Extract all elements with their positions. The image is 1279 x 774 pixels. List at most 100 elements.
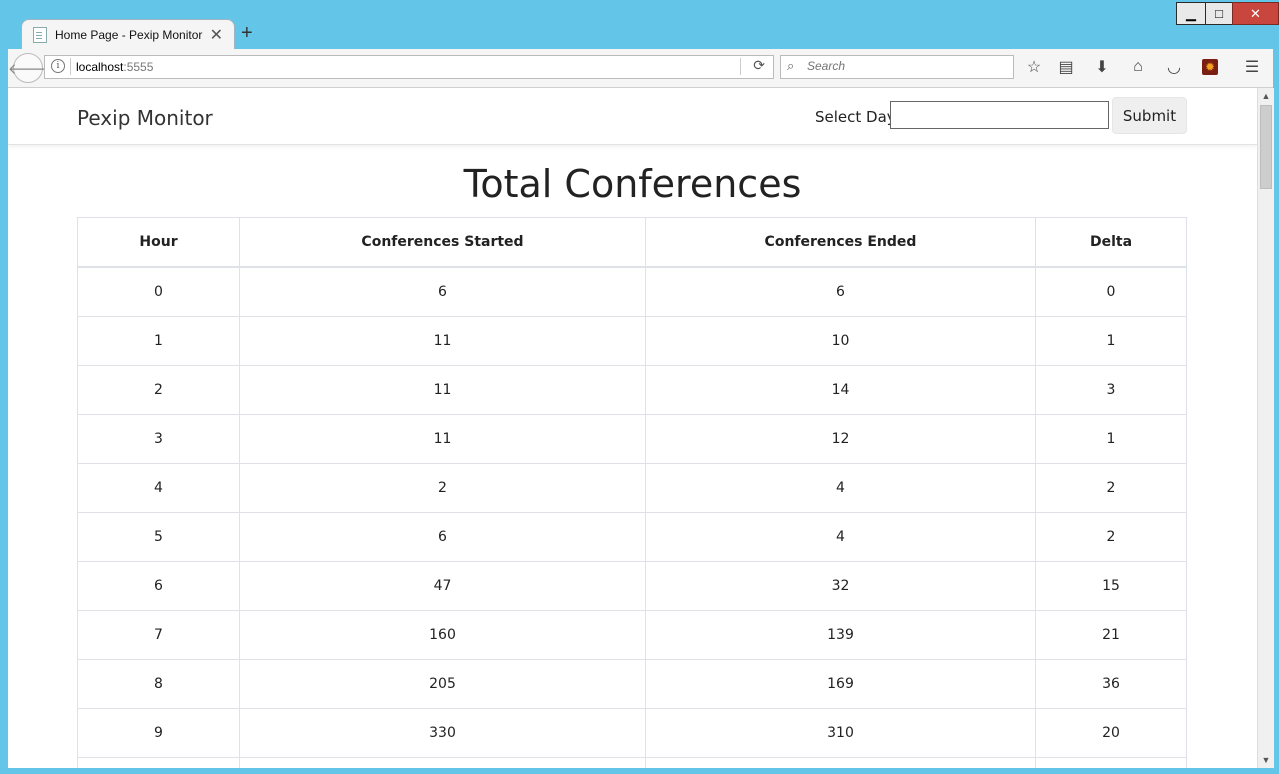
scroll-up-icon[interactable]: ▲ [1258, 88, 1274, 104]
browser-tab[interactable]: Home Page - Pexip Monitor ✕ [21, 19, 235, 50]
select-day-input[interactable] [890, 101, 1109, 129]
ended-cell [645, 757, 1036, 768]
navigation-toolbar: 🡐 i localhost:5555 ⟳ ⌕ ☆ ▤ ⬇ ⌂ ◡ ✹ ☰ [8, 49, 1273, 88]
search-bar[interactable]: ⌕ [780, 55, 1014, 79]
table-row: 8 205 169 36 [77, 659, 1187, 709]
scroll-down-icon[interactable]: ▼ [1258, 752, 1274, 768]
delta-cell: 20 [1035, 708, 1187, 758]
page-title: Total Conferences [463, 162, 802, 206]
table-row: 5642 [77, 512, 1187, 562]
delta-cell: 1 [1035, 316, 1187, 366]
site-header: Pexip Monitor Select Day: Submit [8, 88, 1257, 145]
home-icon[interactable]: ⌂ [1128, 57, 1148, 77]
hour-cell: 0 [77, 266, 240, 317]
page-viewport: Pexip Monitor Select Day: Submit Total C… [8, 88, 1257, 768]
url-host: localhost [76, 60, 124, 74]
delta-cell: 1 [1035, 414, 1187, 464]
table-header-row: Hour Conferences Started Conferences End… [77, 217, 1187, 268]
new-tab-button[interactable]: + [241, 22, 253, 45]
search-input[interactable] [805, 58, 1009, 74]
delta-cell [1035, 757, 1187, 768]
hour-cell: 3 [77, 414, 240, 464]
started-cell: 47 [239, 561, 646, 611]
close-tab-icon[interactable]: ✕ [210, 25, 223, 45]
table-row: 9 330 310 20 [77, 708, 1187, 758]
address-bar[interactable]: i localhost:5555 ⟳ [44, 55, 774, 79]
search-icon: ⌕ [787, 58, 795, 73]
started-cell: 2 [239, 463, 646, 513]
site-brand[interactable]: Pexip Monitor [77, 106, 213, 130]
table-row [77, 757, 1187, 768]
title-bar: ▁ □ ✕ Home Page - Pexip Monitor ✕ + [0, 0, 1279, 50]
scrollbar-thumb[interactable] [1260, 105, 1272, 189]
column-header-delta: Delta [1035, 217, 1187, 268]
delta-cell: 21 [1035, 610, 1187, 660]
browser-window: ▁ □ ✕ Home Page - Pexip Monitor ✕ + 🡐 i … [0, 0, 1279, 774]
vertical-scrollbar[interactable]: ▲ ▼ [1257, 88, 1274, 768]
hour-cell [77, 757, 240, 768]
started-cell: 330 [239, 708, 646, 758]
table-row: 3 11 12 1 [77, 414, 1187, 464]
maximize-button[interactable]: □ [1205, 2, 1233, 25]
hour-cell: 5 [77, 512, 240, 562]
table-row: 1 11 10 1 [77, 316, 1187, 366]
ended-cell: 12 [645, 414, 1036, 464]
download-icon[interactable]: ⬇ [1092, 57, 1112, 77]
menu-icon[interactable]: ☰ [1242, 57, 1262, 77]
started-cell: 11 [239, 316, 646, 366]
table-row: 6 47 32 15 [77, 561, 1187, 611]
ended-cell: 139 [645, 610, 1036, 660]
column-header-started: Conferences Started [239, 217, 646, 268]
conferences-table: Hour Conferences Started Conferences End… [77, 217, 1187, 768]
submit-button[interactable]: Submit [1112, 97, 1187, 134]
ended-cell: 169 [645, 659, 1036, 709]
table-row: 0660 [77, 266, 1187, 317]
ended-cell: 32 [645, 561, 1036, 611]
ended-cell: 14 [645, 365, 1036, 415]
started-cell: 6 [239, 266, 646, 317]
started-cell: 205 [239, 659, 646, 709]
hour-cell: 2 [77, 365, 240, 415]
delta-cell: 15 [1035, 561, 1187, 611]
back-icon[interactable]: 🡐 [8, 53, 48, 83]
ended-cell: 4 [645, 463, 1036, 513]
reload-icon[interactable]: ⟳ [753, 57, 765, 74]
table-row: 2 11 14 3 [77, 365, 1187, 415]
ended-cell: 4 [645, 512, 1036, 562]
url-port: :5555 [123, 60, 154, 74]
pocket-icon[interactable]: ◡ [1164, 57, 1184, 77]
tab-title: Home Page - Pexip Monitor [55, 28, 203, 42]
divider [70, 58, 71, 75]
hour-cell: 9 [77, 708, 240, 758]
started-cell: 11 [239, 414, 646, 464]
minimize-button[interactable]: ▁ [1176, 2, 1206, 25]
delta-cell: 36 [1035, 659, 1187, 709]
table-row: 4242 [77, 463, 1187, 513]
table-row: 7 160 139 21 [77, 610, 1187, 660]
hour-cell: 8 [77, 659, 240, 709]
column-header-hour: Hour [77, 217, 240, 268]
started-cell: 6 [239, 512, 646, 562]
delta-cell: 2 [1035, 463, 1187, 513]
hour-cell: 7 [77, 610, 240, 660]
delta-cell: 3 [1035, 365, 1187, 415]
hour-cell: 1 [77, 316, 240, 366]
ended-cell: 310 [645, 708, 1036, 758]
page-icon [33, 27, 47, 43]
column-header-ended: Conferences Ended [645, 217, 1036, 268]
bookmark-star-icon[interactable]: ☆ [1024, 57, 1044, 77]
delta-cell: 0 [1035, 266, 1187, 317]
info-icon[interactable]: i [51, 59, 65, 73]
hour-cell: 4 [77, 463, 240, 513]
url-text: localhost:5555 [76, 60, 153, 74]
started-cell: 160 [239, 610, 646, 660]
addon-icon[interactable]: ✹ [1202, 59, 1218, 75]
started-cell: 11 [239, 365, 646, 415]
delta-cell: 2 [1035, 512, 1187, 562]
started-cell [239, 757, 646, 768]
reader-icon[interactable]: ▤ [1056, 57, 1076, 77]
ended-cell: 10 [645, 316, 1036, 366]
ended-cell: 6 [645, 266, 1036, 317]
close-window-button[interactable]: ✕ [1232, 2, 1279, 25]
hour-cell: 6 [77, 561, 240, 611]
